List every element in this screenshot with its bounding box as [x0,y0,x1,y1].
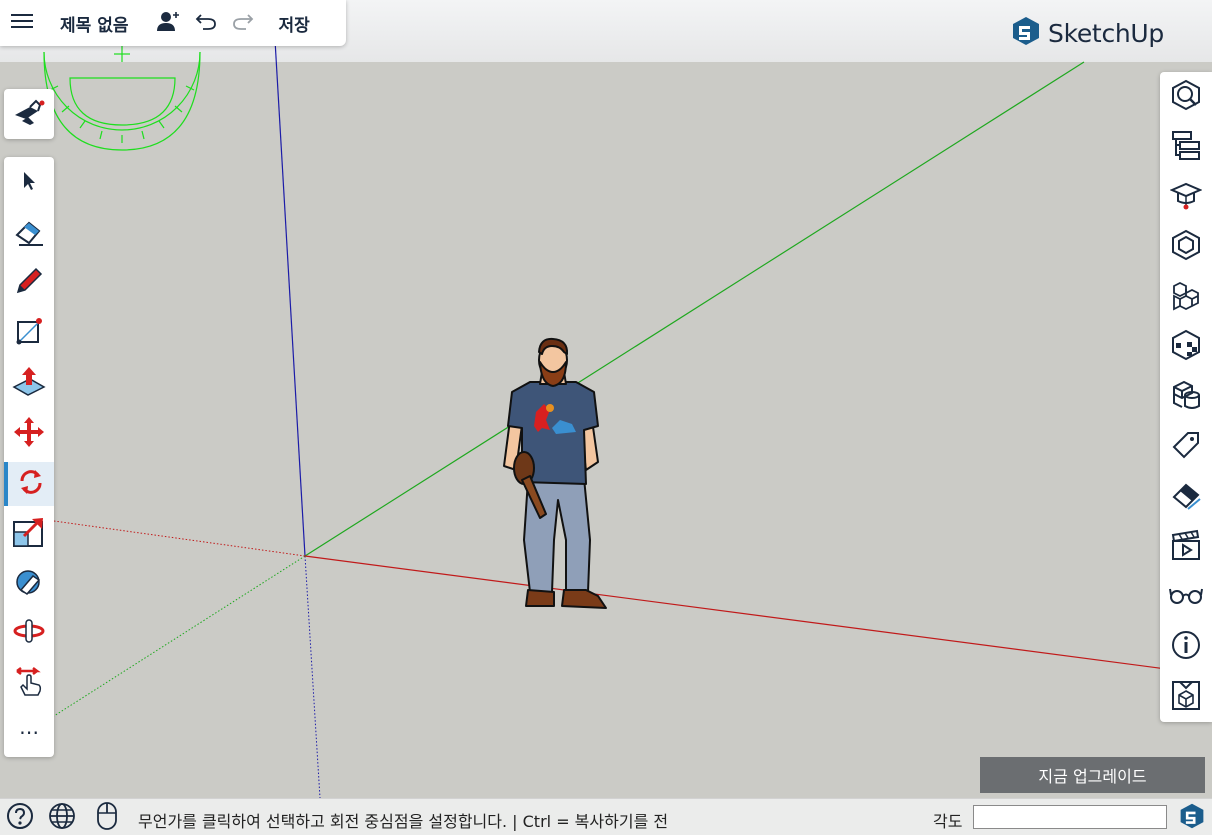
scale-icon [12,516,46,552]
more-icon: ⋯ [19,720,39,744]
pencil-icon [14,266,44,300]
help-button[interactable] [5,803,35,833]
rotate-icon [16,467,46,501]
redo-button[interactable] [226,0,260,46]
tags-panel-button[interactable] [1160,424,1212,470]
move-icon [13,416,45,452]
help-icon [6,802,34,834]
3d-warehouse-panel-button[interactable] [1160,674,1212,720]
modeling-viewport[interactable] [0,0,1212,798]
info-panel-button[interactable] [1160,624,1212,670]
mouse-icon [96,801,118,835]
status-message: 무언가를 클릭하여 선택하고 회전 중심점을 설정합니다. | Ctrl = 복… [138,812,669,831]
sketchup-logo: SketchUp [1010,15,1164,51]
rectangle-icon [14,316,44,350]
pan-tool[interactable] [4,661,54,705]
sketchup-logo-icon [1010,15,1042,51]
3d-warehouse-icon [1170,679,1202,715]
upgrade-now-button[interactable]: 지금 업그레이드 [980,757,1205,793]
left-toolbar: ⋯ [4,157,54,757]
tape-measure-icon [13,566,45,602]
outliner-panel-button[interactable] [1160,124,1212,170]
scenes-panel-button[interactable] [1160,524,1212,570]
eraser-icon [13,217,45,251]
paint-bucket-tool[interactable] [4,89,54,139]
logo-text: SketchUp [1048,18,1164,48]
display-panel-button[interactable] [1160,574,1212,620]
rotate-tool[interactable] [4,462,54,506]
scale-tool[interactable] [4,512,54,556]
redo-icon [232,11,254,35]
pencil-tool[interactable] [4,261,54,305]
green-axis [304,61,1085,557]
status-bar: 무언가를 클릭하여 선택하고 회전 중심점을 설정합니다. | Ctrl = 복… [0,798,1212,835]
tags-icon [1170,429,1202,465]
red-axis-negative [53,520,306,557]
components-panel-button[interactable] [1160,224,1212,270]
save-button[interactable]: 저장 [278,0,309,46]
globe-icon [48,802,76,834]
pan-hand-icon [13,665,45,701]
right-panel-toolbar [1160,72,1212,722]
materials-panel-button[interactable] [1160,274,1212,320]
scene-canvas[interactable] [0,0,1212,798]
blue-axis [274,39,306,557]
eraser-tool[interactable] [4,212,54,256]
entity-info-icon [1170,79,1202,115]
sketchup-logo-icon [1178,802,1206,834]
angle-label: 각도 [933,812,963,831]
sketchup-status-logo [1177,803,1207,833]
shape-tool[interactable] [4,311,54,355]
outliner-icon [1170,129,1202,165]
undo-button[interactable] [186,0,226,46]
soften-edges-panel-button[interactable] [1160,474,1212,520]
tape-measure-tool[interactable] [4,562,54,606]
arrow-icon [19,170,39,196]
undo-icon [195,11,217,35]
red-axis [304,555,1212,676]
mouse-settings-button[interactable] [92,801,122,835]
orbit-tool[interactable] [4,611,54,655]
materials-icon [1170,279,1202,315]
green-axis-negative [53,555,306,717]
components-icon [1170,229,1202,265]
push-pull-icon [12,367,46,401]
scale-figure-person[interactable] [503,337,607,609]
share-button[interactable] [152,0,186,46]
more-tools[interactable]: ⋯ [4,710,54,754]
styles-icon [1170,329,1202,365]
instructor-icon [1169,179,1203,215]
language-button[interactable] [47,803,77,833]
entity-info-panel-button[interactable] [1160,74,1212,120]
solid-tools-icon [1170,379,1202,415]
info-icon [1170,629,1202,665]
styles-panel-button[interactable] [1160,324,1212,370]
document-title[interactable]: 제목 없음 [60,11,128,36]
protractor-cursor [43,44,201,151]
blue-axis-negative [304,555,321,798]
menu-icon [11,12,33,34]
scenes-icon [1170,529,1202,565]
paint-bucket-icon [12,97,46,131]
add-user-icon [157,10,181,36]
solid-tools-panel-button[interactable] [1160,374,1212,420]
main-menu-button[interactable] [0,0,44,46]
select-tool[interactable] [4,161,54,205]
orbit-icon [12,616,46,650]
eraser-soften-icon [1170,479,1202,515]
display-icon [1169,585,1203,609]
move-tool[interactable] [4,412,54,456]
top-bar: 제목 없음 저장 [0,0,346,46]
push-pull-tool[interactable] [4,362,54,406]
angle-measurement-input[interactable] [973,805,1167,829]
instructor-panel-button[interactable] [1160,174,1212,220]
